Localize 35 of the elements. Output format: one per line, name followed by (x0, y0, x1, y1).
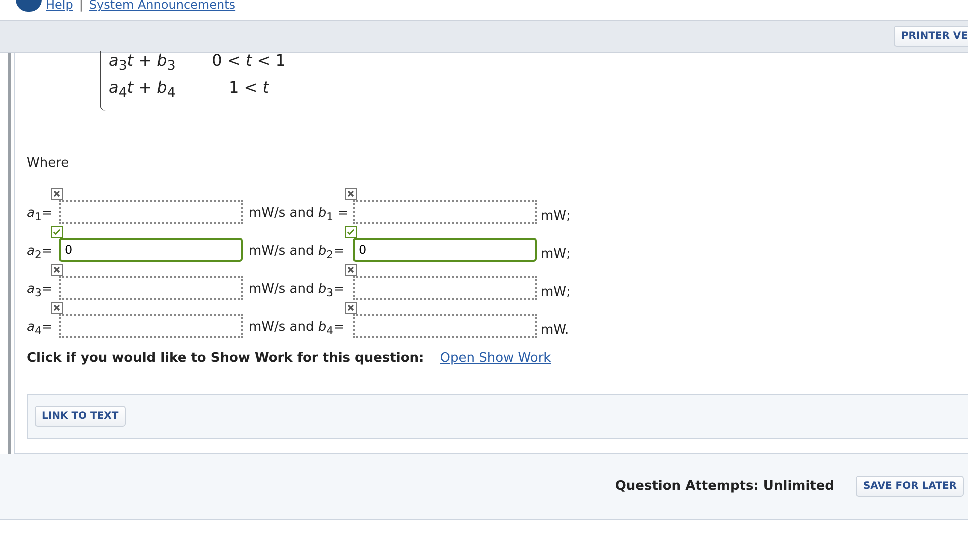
printer-version-button[interactable]: PRINTER VE (894, 26, 968, 47)
save-for-later-button[interactable]: SAVE FOR LATER (856, 476, 964, 497)
link-to-text-button[interactable]: LINK TO TEXT (35, 406, 126, 427)
answer-field[interactable] (59, 314, 243, 338)
formula-expression: a$_{3}$t + b$_{3}$ (109, 51, 177, 74)
answer-field[interactable]: 0 (59, 238, 243, 262)
formula-condition: 0 < t < 1 (211, 51, 287, 72)
answer-field[interactable] (353, 276, 537, 300)
variable-label: a$_{4}$= (27, 320, 54, 338)
unit-label: mW/s and b$_{2}$= (248, 244, 346, 262)
variable-label: a$_{2}$= (27, 244, 54, 262)
answer-field[interactable] (59, 200, 243, 224)
where-label: Where (27, 156, 70, 173)
unit-label: mW/s and b$_{4}$= (248, 320, 346, 338)
link-separator: | (79, 0, 84, 11)
formula-expression: a$_{4}$t + b$_{4}$ (109, 78, 177, 102)
formula-condition: 1 < t (228, 78, 270, 100)
answer-field[interactable] (353, 200, 537, 224)
unit-label: mW; (540, 285, 571, 300)
answer-field[interactable]: 0 (353, 238, 537, 262)
unit-label: mW/s and b$_{3}$= (248, 282, 346, 300)
unit-label: mW; (540, 209, 571, 224)
answer-field[interactable] (353, 314, 537, 338)
show-work-prompt: Click if you would like to Show Work for this question: (27, 351, 424, 366)
header-link[interactable]: Help (46, 0, 74, 11)
unit-label: mW. (540, 323, 570, 338)
header-link[interactable]: System Announcements (89, 0, 236, 11)
logo-icon (16, 0, 42, 12)
attempts-label: Question Attempts: Unlimited (615, 479, 834, 494)
open-show-work-link[interactable]: Open Show Work (440, 351, 552, 366)
variable-label: a$_{3}$= (27, 282, 54, 300)
answer-field[interactable] (59, 276, 243, 300)
variable-label: a$_{1}$= (27, 206, 54, 224)
unit-label: mW/s and b$_{1}$ = (248, 206, 350, 224)
unit-label: mW; (540, 247, 571, 262)
